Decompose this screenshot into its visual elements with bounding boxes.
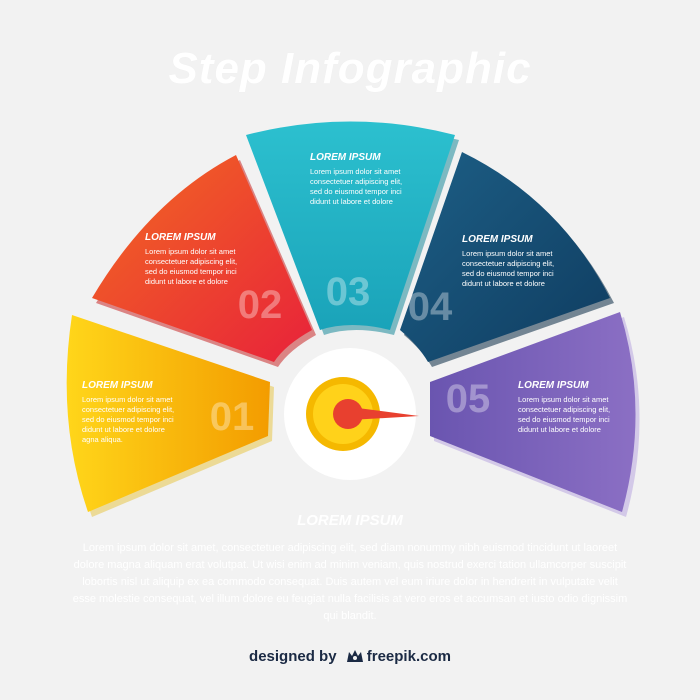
step-body-line-5-4: didunt ut labore et dolore (518, 425, 601, 434)
step-body-line-2-2: consectetuer adipiscing elit, (145, 257, 237, 266)
step-body-line-4-1: Lorem ipsum dolor sit amet (462, 249, 553, 258)
step-body-line-5-2: consectetuer adipiscing elit, (518, 405, 610, 414)
step-number-5: 05 (446, 377, 491, 421)
step-body-line-5-1: Lorem ipsum dolor sit amet (518, 395, 609, 404)
step-heading-1: LOREM IPSUM (82, 380, 153, 391)
step-body-line-5-3: sed do eiusmod tempor inci (518, 415, 610, 424)
step-heading-5: LOREM IPSUM (518, 380, 589, 391)
step-body-line-1-1: Lorem ipsum dolor sit amet (82, 395, 173, 404)
step-body-line-3-4: didunt ut labore et dolore (310, 197, 393, 206)
step-body-line-1-5: agna aliqua. (82, 435, 123, 444)
step-body-line-4-4: didunt ut labore et dolore (462, 279, 545, 288)
step-body-line-2-4: didunt ut labore et dolore (145, 277, 228, 286)
step-number-2: 02 (238, 283, 283, 327)
step-body-line-3-3: sed do eiusmod tempor inci (310, 187, 402, 196)
step-body-line-3-2: consectetuer adipiscing elit, (310, 177, 402, 186)
step-body-line-4-2: consectetuer adipiscing elit, (462, 259, 554, 268)
step-number-1: 01 (210, 395, 255, 439)
step-body-line-1-3: sed do eiusmod tempor inci (82, 415, 174, 424)
step-body-line-1-2: consectetuer adipiscing elit, (82, 405, 174, 414)
step-body-line-3-1: Lorem ipsum dolor sit amet (310, 167, 401, 176)
step-body-line-1-4: didunt ut labore et dolore (82, 425, 165, 434)
step-heading-2: LOREM IPSUM (145, 232, 216, 243)
step-number-3: 03 (326, 270, 371, 314)
step-body-line-2-1: Lorem ipsum dolor sit amet (145, 247, 236, 256)
step-body-line-4-3: sed do eiusmod tempor inci (462, 269, 554, 278)
step-heading-3: LOREM IPSUM (310, 152, 381, 163)
bottom-heading: LOREM IPSUM (297, 512, 403, 529)
credit-line[interactable]: designed by freepik.com (0, 648, 700, 668)
freepik-logo-icon (345, 648, 365, 668)
credit-brand: freepik.com (366, 648, 451, 665)
step-number-4: 04 (408, 285, 453, 329)
credit-prefix: designed by (249, 648, 337, 665)
bottom-body-text: Lorem ipsum dolor sit amet, consectetuer… (72, 542, 628, 622)
step-body-line-2-3: sed do eiusmod tempor inci (145, 267, 237, 276)
step-heading-4: LOREM IPSUM (462, 234, 533, 245)
